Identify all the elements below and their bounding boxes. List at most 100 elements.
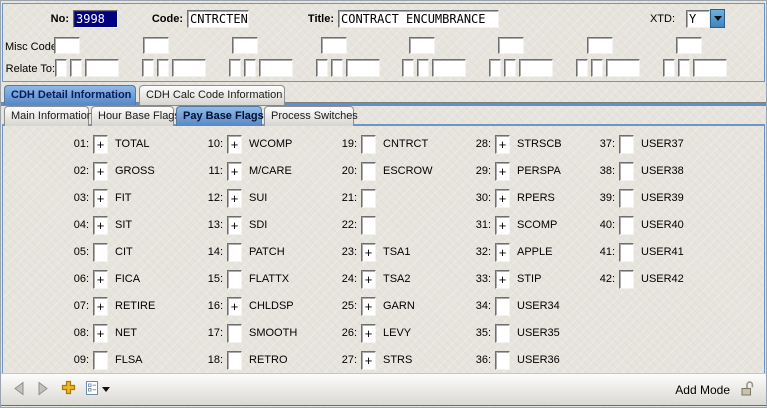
flag-checkbox[interactable] — [619, 243, 634, 262]
relate-to-box[interactable] — [591, 59, 603, 77]
relate-to-box[interactable] — [606, 59, 640, 77]
relate-to-group — [402, 59, 466, 77]
tab-process-switches[interactable]: Process Switches — [264, 106, 354, 126]
xtd-value[interactable]: Y — [686, 10, 710, 28]
flag-checkbox[interactable] — [227, 270, 242, 289]
misc-code-box[interactable] — [321, 37, 347, 54]
flag-checkbox[interactable] — [619, 189, 634, 208]
title-input[interactable]: CONTRACT ENCUMBRANCE — [338, 10, 499, 28]
relate-to-box[interactable] — [693, 59, 727, 77]
relate-to-box[interactable] — [346, 59, 380, 77]
flag-checkbox[interactable] — [361, 189, 376, 208]
flag-checkbox[interactable]: + — [361, 351, 376, 370]
flag-label: FLSA — [115, 351, 143, 370]
flag-checkbox[interactable] — [93, 243, 108, 262]
relate-to-box[interactable] — [157, 59, 169, 77]
flag-checkbox[interactable] — [495, 351, 510, 370]
misc-code-box[interactable] — [498, 37, 524, 54]
add-record-icon[interactable] — [61, 380, 76, 395]
flag-checkbox[interactable]: + — [227, 162, 242, 181]
form-options-icon[interactable] — [85, 380, 99, 396]
relate-to-box[interactable] — [142, 59, 154, 77]
flag-checkbox[interactable]: + — [361, 270, 376, 289]
flag-checkbox[interactable]: + — [227, 297, 242, 316]
flag-checkbox[interactable]: + — [93, 135, 108, 154]
flag-checkbox[interactable] — [93, 351, 108, 370]
relate-to-box[interactable] — [678, 59, 690, 77]
flag-checkbox[interactable] — [227, 324, 242, 343]
flag-checkbox[interactable] — [361, 216, 376, 235]
flag-checkbox[interactable]: + — [495, 270, 510, 289]
flag-checkbox[interactable] — [227, 351, 242, 370]
flag-checkbox[interactable] — [495, 297, 510, 316]
flag-checkbox[interactable]: + — [361, 324, 376, 343]
relate-to-box[interactable] — [244, 59, 256, 77]
flag-checkbox[interactable]: + — [495, 243, 510, 262]
relate-to-box[interactable] — [229, 59, 241, 77]
flag-number: 26: — [331, 324, 357, 343]
tab-cdh-detail-information[interactable]: CDH Detail Information — [4, 85, 136, 105]
misc-code-box[interactable] — [409, 37, 435, 54]
tab-cdh-calc-code-information[interactable]: CDH Calc Code Information — [139, 85, 285, 105]
relate-to-box[interactable] — [489, 59, 501, 77]
relate-to-box[interactable] — [504, 59, 516, 77]
xtd-dropdown-button[interactable] — [710, 9, 725, 28]
flag-number: 36: — [465, 351, 491, 370]
relate-to-box[interactable] — [417, 59, 429, 77]
flag-checkbox[interactable]: + — [93, 189, 108, 208]
flag-checkbox[interactable] — [361, 135, 376, 154]
code-input[interactable]: CNTRCTEN — [187, 10, 249, 28]
misc-code-box[interactable] — [143, 37, 169, 54]
relate-to-box[interactable] — [172, 59, 206, 77]
flag-checkbox[interactable] — [495, 324, 510, 343]
flag-checkbox[interactable]: + — [93, 270, 108, 289]
flag-checkbox[interactable] — [619, 216, 634, 235]
misc-code-box[interactable] — [54, 37, 80, 54]
previous-record-icon[interactable] — [13, 381, 25, 396]
flag-checkbox[interactable]: + — [227, 189, 242, 208]
relate-to-box[interactable] — [316, 59, 328, 77]
flag-label: USER34 — [517, 297, 560, 316]
flag-checkbox[interactable]: + — [227, 135, 242, 154]
tab-pay-base-flags[interactable]: Pay Base Flags — [176, 106, 262, 126]
flag-checkbox[interactable]: + — [495, 135, 510, 154]
misc-code-box[interactable] — [232, 37, 258, 54]
relate-to-box[interactable] — [402, 59, 414, 77]
flag-checkbox[interactable]: + — [93, 216, 108, 235]
flag-checkbox[interactable]: + — [495, 162, 510, 181]
tab-hour-base-flags[interactable]: Hour Base Flags — [91, 106, 174, 126]
flag-label: TSA1 — [383, 243, 411, 262]
flag-checkbox[interactable]: + — [93, 324, 108, 343]
relate-to-box[interactable] — [85, 59, 119, 77]
flag-checkbox[interactable]: + — [495, 216, 510, 235]
form-options-dropdown-icon[interactable] — [102, 387, 110, 392]
relate-to-box[interactable] — [432, 59, 466, 77]
misc-code-box[interactable] — [676, 37, 702, 54]
no-input[interactable]: 3998 — [73, 10, 118, 28]
flag-checkbox[interactable]: + — [227, 216, 242, 235]
relate-to-box[interactable] — [663, 59, 675, 77]
relate-to-box[interactable] — [70, 59, 82, 77]
relate-to-box[interactable] — [259, 59, 293, 77]
flag-checkbox[interactable]: + — [361, 243, 376, 262]
unlocked-icon[interactable] — [740, 380, 754, 397]
flag-checkbox[interactable] — [619, 270, 634, 289]
relate-to-box[interactable] — [331, 59, 343, 77]
flag-checkbox[interactable] — [227, 243, 242, 262]
flag-checkbox[interactable] — [361, 162, 376, 181]
flag-label: USER39 — [641, 189, 684, 208]
flag-checkbox[interactable]: + — [495, 189, 510, 208]
relate-to-box[interactable] — [55, 59, 67, 77]
flag-number: 33: — [465, 270, 491, 289]
flag-checkbox[interactable]: + — [361, 297, 376, 316]
tab-main-information[interactable]: Main Information — [4, 106, 89, 126]
relate-to-box[interactable] — [576, 59, 588, 77]
relate-to-box[interactable] — [519, 59, 553, 77]
misc-code-box[interactable] — [587, 37, 613, 54]
next-record-icon[interactable] — [37, 381, 49, 396]
flag-checkbox[interactable]: + — [93, 297, 108, 316]
flag-checkbox[interactable] — [619, 162, 634, 181]
flag-label: SMOOTH — [249, 324, 297, 343]
flag-checkbox[interactable]: + — [93, 162, 108, 181]
flag-checkbox[interactable] — [619, 135, 634, 154]
